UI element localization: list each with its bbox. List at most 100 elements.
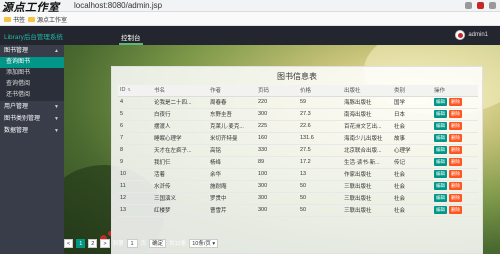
- table-row: 6 摆渡人 克莱儿·麦克... 225 22.6 百花洲文艺出... 社会 编辑 删除: [118, 120, 478, 133]
- table-cell: 三联出版社: [342, 204, 392, 217]
- page-2-button[interactable]: 2: [88, 238, 98, 248]
- edit-button[interactable]: 编辑: [434, 98, 447, 106]
- sidebar-submenu: 查询图书 添加图书 查询借阅 还书借阅: [0, 57, 64, 101]
- table-row: 4 论我是二十四... 周春春 220 59 海豚出版社 国学 编辑 删除: [118, 96, 478, 109]
- delete-button[interactable]: 删除: [449, 98, 462, 106]
- delete-button[interactable]: 删除: [449, 206, 462, 214]
- table-cell: 施耐庵: [208, 180, 256, 193]
- page-jump-input[interactable]: 1: [126, 238, 138, 248]
- sidebar-group-data[interactable]: 数据管理 ▼: [0, 125, 64, 137]
- sidebar-item-return-borrow[interactable]: 还书借阅: [0, 90, 64, 101]
- column-header: 作者: [208, 85, 256, 97]
- row-actions: 编辑 删除: [432, 192, 478, 205]
- table-cell: 余华: [208, 168, 256, 181]
- table-cell: 9: [118, 156, 152, 169]
- table-cell: 220: [256, 96, 298, 109]
- delete-button[interactable]: 删除: [449, 182, 462, 190]
- bookmark-item[interactable]: 源点工作室: [28, 15, 67, 24]
- row-actions: 编辑 删除: [432, 204, 478, 217]
- extension-icon[interactable]: [477, 2, 484, 9]
- sidebar-item-add-book[interactable]: 添加图书: [0, 68, 64, 79]
- table-cell: 心理学: [392, 144, 432, 157]
- table-cell: 海豚出版社: [342, 96, 392, 109]
- table-cell: 百花洲文艺出...: [342, 120, 392, 133]
- main-content: 图书信息表 ID ⇅ 书名 作者 页码 价格 出版社 类别 操作 4 论我是二十四.…: [64, 45, 500, 254]
- user-menu[interactable]: admin1: [455, 30, 488, 40]
- sort-icon[interactable]: ⇅: [128, 87, 131, 92]
- sidebar-item-query-books[interactable]: 查询图书: [0, 57, 64, 68]
- extension-icon[interactable]: [465, 2, 472, 9]
- sidebar-item-query-borrow[interactable]: 查询借阅: [0, 79, 64, 90]
- edit-button[interactable]: 编辑: [434, 206, 447, 214]
- sidebar-group-books[interactable]: 图书管理 ▲: [0, 45, 64, 57]
- panel-title: 图书信息表: [277, 72, 317, 81]
- table-cell: 社会: [392, 192, 432, 205]
- edit-button[interactable]: 编辑: [434, 134, 447, 142]
- table-cell: 5: [118, 108, 152, 121]
- pagination: < 1 2 > 到第 1 页 确定 共12条 10条/页 ▾: [64, 237, 219, 249]
- table-cell: 天才在左疯子...: [152, 144, 208, 157]
- column-header: 操作: [432, 85, 478, 97]
- app-header: Library后台管理系统 控制台 admin1: [0, 26, 500, 45]
- username: admin1: [468, 32, 488, 38]
- table-cell: 摆渡人: [152, 120, 208, 133]
- column-header: 出版社: [342, 85, 392, 97]
- prev-page-button[interactable]: <: [64, 238, 74, 248]
- confirm-button[interactable]: 确定: [149, 238, 167, 248]
- edit-button[interactable]: 编辑: [434, 158, 447, 166]
- table-cell: 南海出版社: [342, 108, 392, 121]
- table-cell: 东野圭吾: [208, 108, 256, 121]
- row-actions: 编辑 删除: [432, 168, 478, 181]
- table-cell: 50: [298, 180, 342, 193]
- table-cell: 7: [118, 132, 152, 145]
- delete-button[interactable]: 删除: [449, 122, 462, 130]
- menu-icon[interactable]: [489, 2, 496, 9]
- url-field[interactable]: localhost:8080/admin.jsp: [74, 1, 162, 10]
- row-actions: 编辑 删除: [432, 156, 478, 169]
- row-actions: 编辑 删除: [432, 96, 478, 109]
- column-header: 书名: [152, 85, 208, 97]
- app-brand: Library后台管理系统: [4, 34, 63, 41]
- delete-button[interactable]: 删除: [449, 146, 462, 154]
- table-cell: 国学: [392, 96, 432, 109]
- table-cell: 社会: [392, 180, 432, 193]
- bookmark-item[interactable]: 书签: [4, 15, 25, 24]
- table-cell: 传记: [392, 156, 432, 169]
- edit-button[interactable]: 编辑: [434, 182, 447, 190]
- delete-button[interactable]: 删除: [449, 134, 462, 142]
- column-header[interactable]: ID ⇅: [118, 85, 152, 97]
- next-page-button[interactable]: >: [100, 238, 110, 248]
- table-cell: 300: [256, 108, 298, 121]
- table-cell: 10: [118, 168, 152, 181]
- edit-button[interactable]: 编辑: [434, 122, 447, 130]
- table-cell: 社会: [392, 168, 432, 181]
- delete-button[interactable]: 删除: [449, 158, 462, 166]
- table-cell: 睡眠心理学: [152, 132, 208, 145]
- table-cell: 作家出版社: [342, 168, 392, 181]
- folder-icon: [28, 17, 35, 22]
- table-cell: 社会: [392, 120, 432, 133]
- page-unit: 页: [140, 241, 147, 247]
- table-cell: 高铭: [208, 144, 256, 157]
- delete-button[interactable]: 删除: [449, 110, 462, 118]
- edit-button[interactable]: 编辑: [434, 110, 447, 118]
- edit-button[interactable]: 编辑: [434, 194, 447, 202]
- delete-button[interactable]: 删除: [449, 194, 462, 202]
- table-cell: 米切齐特曼: [208, 132, 256, 145]
- table-row: 13 红楼梦 曹雪芹 300 50 三联出版社 社会 编辑 删除: [118, 204, 478, 217]
- sidebar-group-categories[interactable]: 图书类别管理 ▼: [0, 113, 64, 125]
- tab-console[interactable]: 控制台: [115, 26, 147, 45]
- browser-extensions: [465, 2, 496, 9]
- page-1-button[interactable]: 1: [76, 238, 86, 248]
- delete-button[interactable]: 删除: [449, 170, 462, 178]
- caret-down-icon: ▼: [54, 116, 59, 122]
- table-cell: 89: [256, 156, 298, 169]
- page-size-select[interactable]: 10条/页 ▾: [189, 238, 219, 248]
- edit-button[interactable]: 编辑: [434, 170, 447, 178]
- row-actions: 编辑 删除: [432, 144, 478, 157]
- table-cell: 生活·读书·新...: [342, 156, 392, 169]
- edit-button[interactable]: 编辑: [434, 146, 447, 154]
- sidebar-group-users[interactable]: 用户管理 ▼: [0, 101, 64, 113]
- column-header: 价格: [298, 85, 342, 97]
- table-cell: 日本: [392, 108, 432, 121]
